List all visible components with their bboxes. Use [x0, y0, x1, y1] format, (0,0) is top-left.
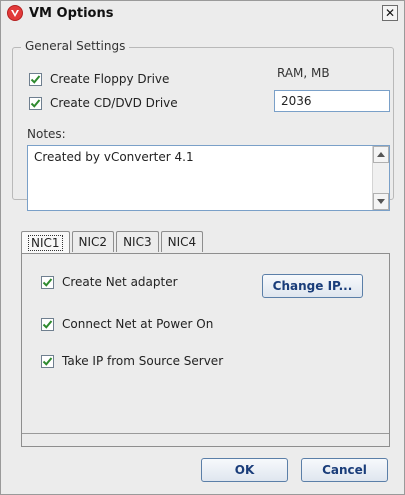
- notes-scrollbar[interactable]: [372, 146, 389, 210]
- panel-divider: [22, 433, 389, 434]
- nic-tabs: NIC1 NIC2 NIC3 NIC4: [21, 231, 205, 253]
- create-net-adapter-label: Create Net adapter: [62, 275, 178, 289]
- vm-options-dialog: VM Options ✕ General Settings Create Flo…: [0, 0, 405, 495]
- connect-power-on-row[interactable]: Connect Net at Power On: [41, 317, 213, 331]
- create-floppy-checkbox[interactable]: [29, 72, 42, 86]
- arrow-up-icon: [377, 152, 385, 157]
- create-net-adapter-checkbox[interactable]: [41, 275, 54, 289]
- create-floppy-row[interactable]: Create Floppy Drive: [29, 72, 169, 86]
- create-net-adapter-row[interactable]: Create Net adapter: [41, 275, 178, 289]
- ok-button[interactable]: OK: [201, 458, 288, 482]
- close-button[interactable]: ✕: [382, 5, 398, 21]
- connect-power-on-checkbox[interactable]: [41, 317, 54, 331]
- checkmark-icon: [42, 277, 53, 287]
- checkmark-icon: [30, 98, 41, 108]
- arrow-down-icon: [377, 199, 385, 204]
- tab-label: NIC4: [167, 235, 197, 249]
- create-cd-checkbox[interactable]: [29, 96, 42, 110]
- take-ip-row[interactable]: Take IP from Source Server: [41, 354, 223, 368]
- tab-nic4[interactable]: NIC4: [160, 231, 204, 252]
- tab-nic1[interactable]: NIC1: [21, 231, 70, 253]
- scroll-down-button[interactable]: [373, 193, 389, 210]
- cancel-button[interactable]: Cancel: [301, 458, 388, 482]
- connect-power-on-label: Connect Net at Power On: [62, 317, 214, 331]
- take-ip-label: Take IP from Source Server: [62, 354, 224, 368]
- ram-label: RAM, MB: [277, 66, 330, 80]
- checkmark-icon: [42, 356, 53, 366]
- ram-input[interactable]: [274, 90, 390, 112]
- create-cd-row[interactable]: Create CD/DVD Drive: [29, 96, 178, 110]
- close-icon: ✕: [384, 6, 396, 20]
- create-cd-label: Create CD/DVD Drive: [50, 96, 178, 110]
- tab-nic3[interactable]: NIC3: [116, 231, 159, 252]
- title-bar[interactable]: VM Options ✕: [1, 1, 404, 25]
- checkmark-icon: [42, 319, 53, 329]
- tab-nic2[interactable]: NIC2: [71, 231, 115, 252]
- create-floppy-label: Create Floppy Drive: [50, 72, 170, 86]
- tab-label: NIC2: [78, 235, 108, 249]
- take-ip-checkbox[interactable]: [41, 354, 54, 368]
- nic-tab-panel: Create Net adapter Change IP... Connect …: [21, 253, 390, 447]
- tab-label: NIC3: [123, 235, 152, 249]
- window-title: VM Options: [29, 5, 114, 21]
- scroll-up-button[interactable]: [373, 146, 389, 163]
- app-logo-icon: [7, 5, 23, 21]
- change-ip-button[interactable]: Change IP...: [262, 274, 363, 298]
- notes-text: Created by vConverter 4.1: [34, 150, 194, 164]
- notes-textarea[interactable]: Created by vConverter 4.1: [27, 145, 390, 211]
- checkmark-icon: [30, 74, 41, 84]
- notes-label: Notes:: [27, 127, 66, 141]
- general-settings-legend: General Settings: [21, 39, 130, 53]
- tab-label: NIC1: [28, 234, 63, 251]
